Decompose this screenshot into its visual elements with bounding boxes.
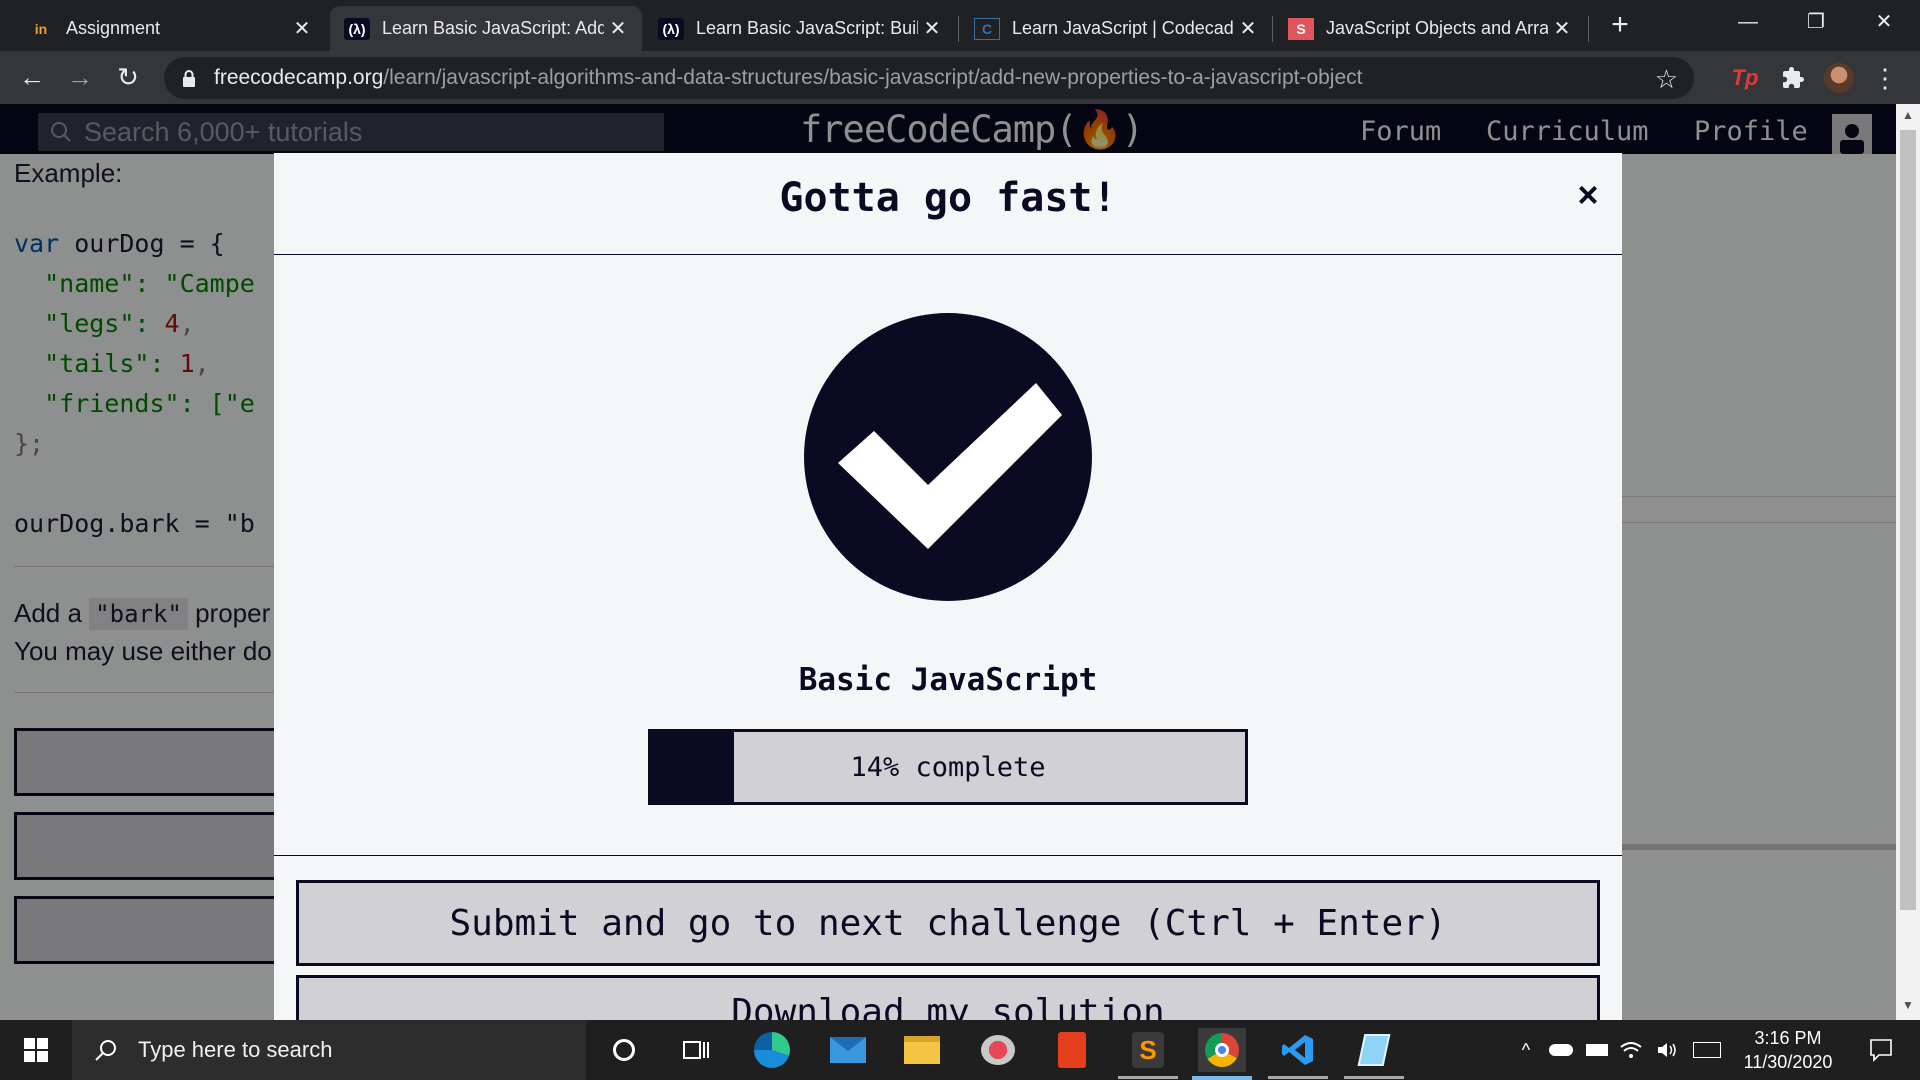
notepad-icon[interactable]	[1350, 1028, 1398, 1072]
tab-learn-basic-javascript-build[interactable]: (λ) Learn Basic JavaScript: Build ✕	[644, 6, 956, 51]
tab-title: Learn JavaScript | Codecademy	[1012, 18, 1234, 38]
restore-icon[interactable]: ❐	[1782, 0, 1850, 44]
freecodecamp-favicon-icon: (λ)	[658, 17, 684, 40]
tab-learn-basic-javascript-add[interactable]: (λ) Learn Basic JavaScript: Add ✕	[330, 6, 642, 51]
browser-toolbar: ← → ↻ freecodecamp.org/learn/javascript-…	[0, 51, 1920, 104]
success-checkmark-icon	[804, 313, 1092, 601]
tab-close-icon[interactable]: ✕	[288, 16, 316, 41]
clock-date: 11/30/2020	[1743, 1052, 1833, 1072]
tab-close-icon[interactable]: ✕	[1548, 16, 1576, 41]
office-icon[interactable]	[1048, 1028, 1096, 1072]
profile-avatar[interactable]	[1822, 61, 1856, 95]
taskbar-active-indicator	[1192, 1076, 1252, 1080]
close-window-icon[interactable]: ✕	[1850, 0, 1918, 44]
tab-title: Assignment	[66, 18, 161, 38]
keyboard-icon[interactable]	[1690, 1020, 1724, 1080]
taskbar-running-indicator	[1344, 1076, 1404, 1079]
windows-start-icon[interactable]	[0, 1020, 72, 1080]
tab-title: Learn Basic JavaScript: Add	[382, 18, 604, 38]
vscode-icon[interactable]	[1274, 1028, 1322, 1072]
new-tab-plus-icon[interactable]: +	[1604, 6, 1636, 46]
bookmark-star-icon[interactable]: ☆	[1655, 64, 1678, 95]
taskbar-running-indicator	[1118, 1076, 1178, 1079]
tab-close-icon[interactable]: ✕	[918, 16, 946, 41]
screen: in Assignment ✕ (λ) Learn Basic JavaScri…	[0, 0, 1920, 1080]
battery-icon[interactable]	[1582, 1020, 1612, 1080]
progress-label: 14% complete	[850, 751, 1046, 783]
tab-close-icon[interactable]: ✕	[604, 16, 632, 41]
scrollbar-thumb[interactable]	[1900, 130, 1916, 910]
tab-separator	[1588, 16, 1589, 42]
clock-time: 3:16 PM	[1754, 1028, 1822, 1048]
reload-icon[interactable]: ↻	[110, 60, 146, 96]
search-icon	[94, 1038, 118, 1062]
edge-icon[interactable]	[748, 1028, 796, 1072]
taskbar-running-indicator	[1268, 1076, 1328, 1079]
modal-title: Gotta go fast!	[779, 175, 1117, 221]
progress-bar: 14% complete	[648, 729, 1248, 805]
onedrive-cloud-icon[interactable]	[1546, 1020, 1576, 1080]
chrome-icon[interactable]	[1198, 1028, 1246, 1072]
close-icon[interactable]: ×	[1570, 177, 1606, 213]
task-view-icon[interactable]	[672, 1028, 720, 1072]
tab-close-icon[interactable]: ✕	[1234, 16, 1262, 41]
tab-javascript-objects-arrays[interactable]: S JavaScript Objects and Arrays ✕	[1274, 6, 1586, 51]
modal-header: Gotta go fast! ×	[274, 153, 1622, 255]
minimize-icon[interactable]: —	[1714, 0, 1782, 44]
block-title: Basic JavaScript	[798, 662, 1098, 698]
codecademy-favicon-icon: C	[974, 17, 1000, 40]
url-host: freecodecamp.org	[214, 66, 384, 89]
file-explorer-icon[interactable]	[898, 1028, 946, 1072]
snipping-tool-icon[interactable]	[974, 1028, 1022, 1072]
taskbar-search-placeholder: Type here to search	[138, 1037, 333, 1062]
taskbar-search-input[interactable]: Type here to search	[72, 1020, 586, 1080]
url-text: freecodecamp.org/learn/javascript-algori…	[214, 66, 1362, 90]
tab-title: JavaScript Objects and Arrays	[1326, 18, 1548, 38]
tab-separator	[958, 16, 959, 42]
show-hidden-icons-chevron-icon[interactable]: ^	[1512, 1020, 1540, 1080]
chrome-menu-icon[interactable]: ⋮	[1870, 61, 1900, 95]
forward-arrow-icon[interactable]: →	[62, 60, 98, 96]
volume-icon[interactable]	[1652, 1020, 1682, 1080]
cortana-icon[interactable]	[600, 1028, 648, 1072]
url-path: /learn/javascript-algorithms-and-data-st…	[383, 66, 1363, 89]
address-bar[interactable]: freecodecamp.org/learn/javascript-algori…	[164, 57, 1694, 99]
page-scrollbar[interactable]: ▲ ▼	[1896, 104, 1920, 1020]
freecodecamp-favicon-icon: (λ)	[344, 17, 370, 40]
lock-icon	[182, 69, 196, 87]
windows-taskbar: Type here to search S ^ 3:16 PM 11/30/20…	[0, 1020, 1920, 1080]
modal-divider	[274, 855, 1622, 856]
wifi-icon[interactable]	[1616, 1020, 1646, 1080]
notifications-icon[interactable]	[1856, 1020, 1906, 1080]
browser-tab-strip: in Assignment ✕ (λ) Learn Basic JavaScri…	[0, 0, 1920, 51]
submit-next-challenge-button[interactable]: Submit and go to next challenge (Ctrl + …	[296, 880, 1600, 966]
tab-codecademy[interactable]: C Learn JavaScript | Codecademy ✕	[960, 6, 1272, 51]
extensions-puzzle-icon[interactable]	[1776, 61, 1810, 95]
sublime-text-icon[interactable]: S	[1124, 1028, 1172, 1072]
scroll-up-icon[interactable]: ▲	[1900, 108, 1916, 126]
instructure-favicon-icon: in	[34, 20, 48, 37]
mail-icon[interactable]	[824, 1028, 872, 1072]
tab-assignment[interactable]: in Assignment ✕	[14, 6, 326, 51]
scrimba-favicon-icon: S	[1288, 17, 1314, 40]
extension-tp-icon[interactable]: Tp	[1728, 61, 1762, 95]
scroll-down-icon[interactable]: ▼	[1900, 998, 1916, 1016]
completion-modal: Gotta go fast! × Basic JavaScript 14% co…	[274, 153, 1622, 1061]
taskbar-clock[interactable]: 3:16 PM 11/30/2020	[1726, 1026, 1850, 1074]
back-arrow-icon[interactable]: ←	[14, 60, 50, 96]
tab-separator	[1272, 16, 1273, 42]
tab-title: Learn Basic JavaScript: Build	[696, 18, 918, 38]
